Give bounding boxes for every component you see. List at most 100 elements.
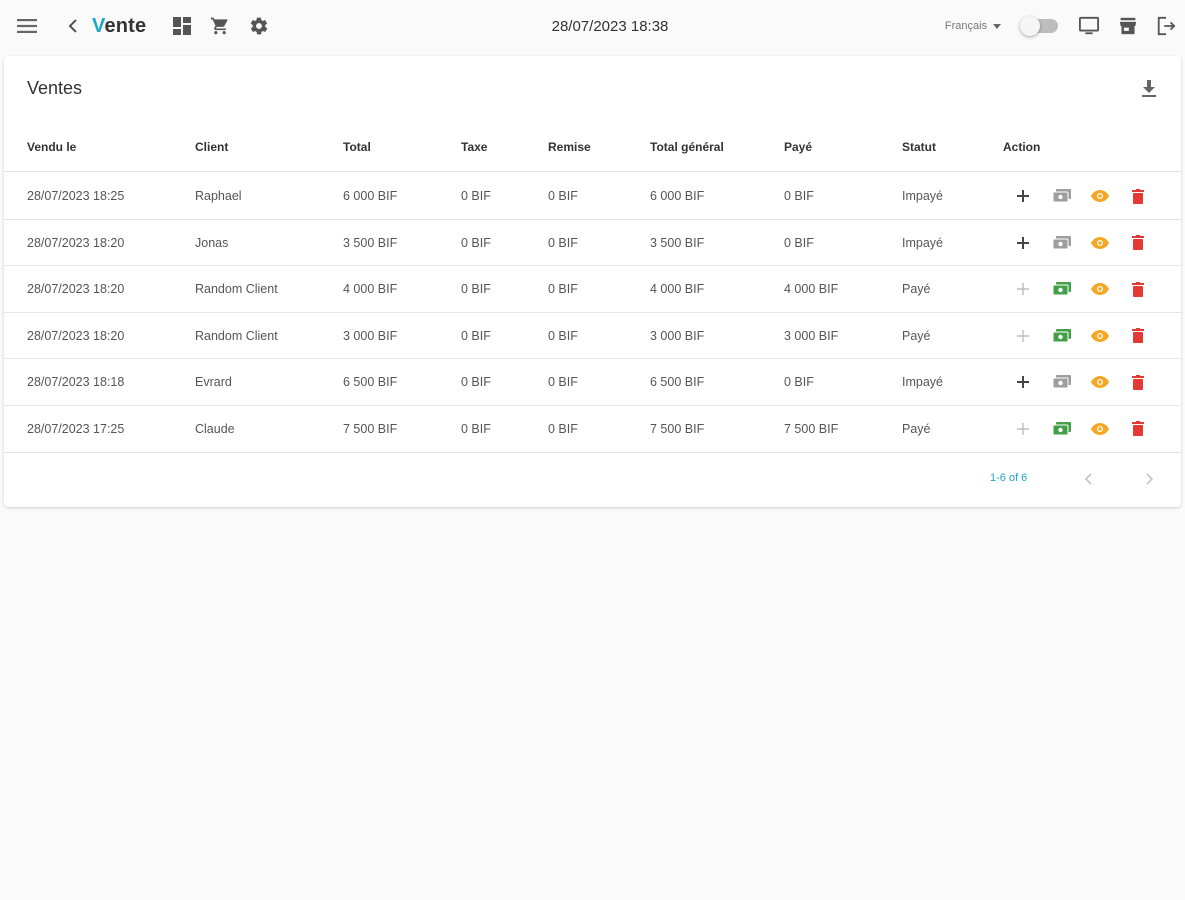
cell-status: Impayé [902,375,943,390]
delete-icon[interactable] [1128,372,1148,392]
store-icon[interactable] [1116,0,1140,52]
cell-date: 28/07/2023 18:20 [27,235,125,250]
col-header-action: Action [1003,140,1041,154]
back-chevron-icon[interactable] [64,0,82,52]
dashboard-icon[interactable] [171,0,193,52]
add-payment-icon[interactable] [1013,372,1033,392]
cell-paid: 0 BIF [784,375,814,390]
view-icon[interactable] [1090,279,1110,299]
cell-tax: 0 BIF [461,235,491,250]
delete-icon[interactable] [1128,186,1148,206]
cell-grand-total: 3 000 BIF [650,328,705,343]
cart-icon[interactable] [208,0,232,52]
view-icon[interactable] [1090,233,1110,253]
download-icon[interactable] [1139,78,1159,100]
cell-date: 28/07/2023 18:18 [27,375,125,390]
cell-tax: 0 BIF [461,421,491,436]
card-title: Ventes [27,78,83,98]
cell-client: Random Client [195,282,278,297]
cell-date: 28/07/2023 18:25 [27,189,125,203]
cell-status: Impayé [902,189,943,203]
datetime: 28/07/2023 18:38 [530,0,690,52]
add-payment-icon[interactable] [1013,233,1033,253]
pagination-info: 1-6 of 6 [990,472,1028,484]
payment-icon[interactable] [1052,372,1072,392]
cell-status: Payé [902,328,931,343]
col-header-total[interactable]: Total [343,126,371,172]
col-header-discount[interactable]: Remise [548,126,591,172]
cell-date: 28/07/2023 17:25 [27,421,125,436]
add-payment-icon [1013,279,1033,299]
logout-icon[interactable] [1153,0,1179,52]
language-select[interactable]: Français [936,0,1010,52]
delete-icon[interactable] [1128,419,1148,439]
col-header-status[interactable]: Statut [902,126,936,172]
sales-card: Ventes Vendu le Client Total Taxe Remise… [4,56,1181,507]
table-body: 28/07/2023 18:25 Raphael 6 000 BIF 0 BIF… [4,173,1181,453]
cell-total: 3 500 BIF [343,235,398,250]
payment-icon[interactable] [1052,419,1072,439]
cell-tax: 0 BIF [461,282,491,297]
table-footer: 1-6 of 6 [4,454,1181,507]
theme-toggle[interactable] [1020,0,1060,52]
cell-grand-total: 7 500 BIF [650,421,705,436]
menu-icon[interactable] [14,0,40,52]
page-title: Vente [92,0,154,52]
add-payment-icon[interactable] [1013,186,1033,206]
view-icon[interactable] [1090,326,1110,346]
cell-discount: 0 BIF [548,282,578,297]
cell-paid: 4 000 BIF [784,282,839,297]
next-page-icon[interactable] [1141,470,1159,488]
cell-tax: 0 BIF [461,375,491,390]
toggle-knob [1020,16,1040,36]
delete-icon[interactable] [1128,233,1148,253]
col-header-client[interactable]: Client [195,126,228,172]
delete-icon[interactable] [1128,326,1148,346]
table-row: 28/07/2023 18:20 Jonas 3 500 BIF 0 BIF 0… [4,220,1181,267]
cell-status: Payé [902,421,931,436]
view-icon[interactable] [1090,186,1110,206]
col-header-grand-total[interactable]: Total général [650,126,724,172]
cell-grand-total: 4 000 BIF [650,282,705,297]
prev-page-icon[interactable] [1079,470,1097,488]
cell-discount: 0 BIF [548,375,578,390]
cell-date: 28/07/2023 18:20 [27,282,125,297]
cell-grand-total: 6 000 BIF [650,189,705,203]
col-header-tax[interactable]: Taxe [461,126,487,172]
chevron-down-icon [993,23,1002,29]
table-row: 28/07/2023 17:25 Claude 7 500 BIF 0 BIF … [4,406,1181,453]
language-label: Français [944,20,988,32]
cell-discount: 0 BIF [548,235,578,250]
payment-icon[interactable] [1052,279,1072,299]
cell-tax: 0 BIF [461,328,491,343]
cell-client: Evrard [195,375,232,390]
payment-icon[interactable] [1052,326,1072,346]
cell-client: Jonas [195,235,229,250]
cell-grand-total: 3 500 BIF [650,235,705,250]
table-row: 28/07/2023 18:20 Random Client 3 000 BIF… [4,313,1181,360]
top-bar: Vente 28/07/2023 18:38 Français [0,0,1185,52]
cell-client: Claude [195,421,235,436]
cell-client: Raphael [195,189,242,203]
payment-icon[interactable] [1052,186,1072,206]
cell-paid: 3 000 BIF [784,328,839,343]
col-header-paid[interactable]: Payé [784,126,812,172]
cell-paid: 0 BIF [784,189,814,203]
cell-status: Payé [902,282,931,297]
table-row: 28/07/2023 18:18 Evrard 6 500 BIF 0 BIF … [4,359,1181,406]
settings-icon[interactable] [247,0,271,52]
col-header-date[interactable]: Vendu le [27,126,76,172]
monitor-icon[interactable] [1076,0,1102,52]
toggle-track [1020,16,1058,36]
table-row: 28/07/2023 18:25 Raphael 6 000 BIF 0 BIF… [4,173,1181,220]
add-payment-icon [1013,326,1033,346]
view-icon[interactable] [1090,372,1110,392]
add-payment-icon [1013,419,1033,439]
delete-icon[interactable] [1128,279,1148,299]
cell-tax: 0 BIF [461,189,491,203]
view-icon[interactable] [1090,419,1110,439]
payment-icon[interactable] [1052,233,1072,253]
cell-date: 28/07/2023 18:20 [27,328,125,343]
brand-rest: ente [104,14,147,37]
datetime-text: 28/07/2023 18:38 [551,17,669,35]
